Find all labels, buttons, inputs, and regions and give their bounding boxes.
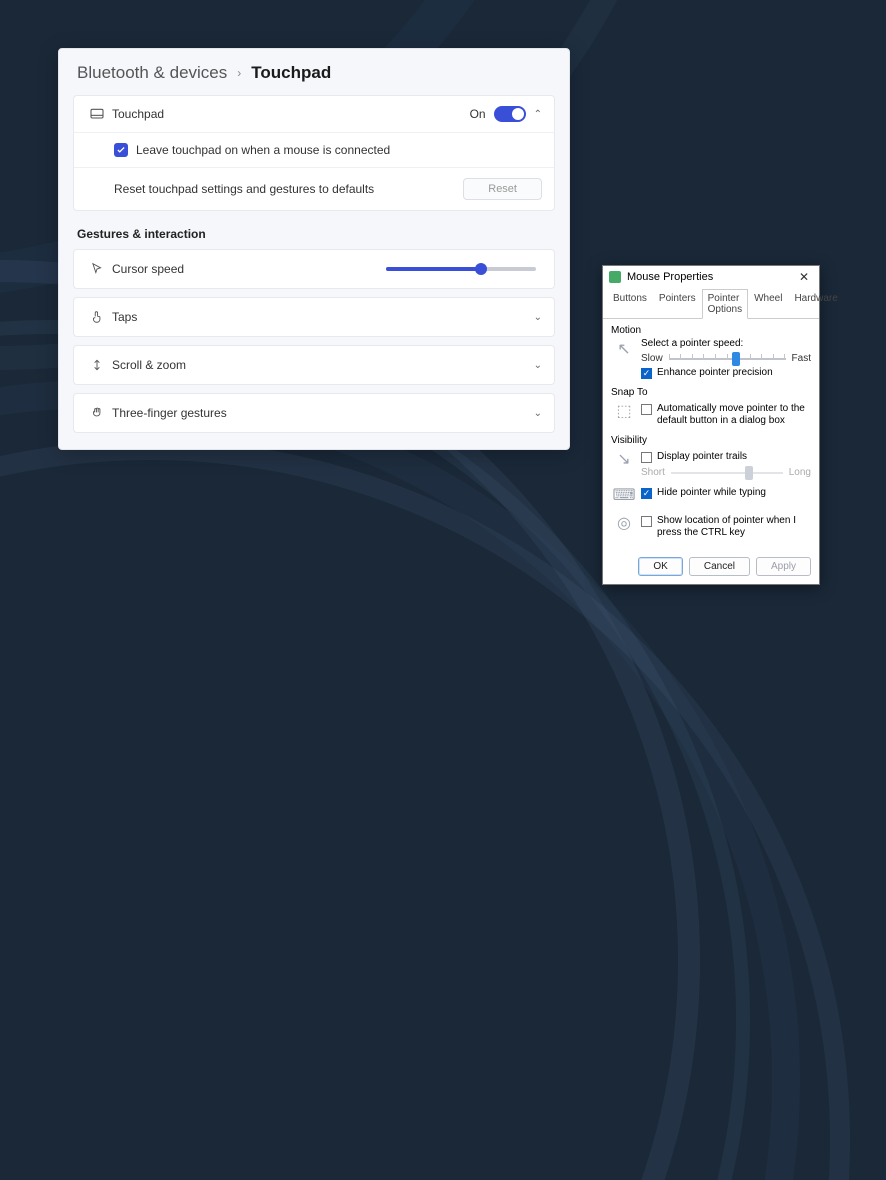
snap-label: Automatically move pointer to the defaul… [657, 403, 811, 427]
taps-label: Taps [108, 310, 534, 324]
snap-row[interactable]: Automatically move pointer to the defaul… [641, 403, 811, 427]
touchpad-icon [86, 106, 108, 122]
hide-typing-checkbox[interactable] [641, 488, 652, 499]
visibility-title: Visibility [611, 435, 811, 446]
ok-button[interactable]: OK [638, 557, 682, 576]
motion-title: Motion [611, 325, 811, 336]
ctrl-locate-label: Show location of pointer when I press th… [657, 515, 811, 539]
trail-length-slider [671, 466, 783, 478]
chevron-right-icon: › [237, 66, 241, 80]
leave-touchpad-checkbox[interactable] [114, 143, 128, 157]
breadcrumb: Bluetooth & devices › Touchpad [77, 63, 555, 83]
settings-touchpad-window: Bluetooth & devices › Touchpad Touchpad … [58, 48, 570, 450]
cursor-icon [86, 262, 108, 276]
fast-label: Fast [792, 353, 811, 364]
hand-tap-icon [86, 310, 108, 324]
snap-checkbox[interactable] [641, 404, 652, 415]
cursor-speed-label: Cursor speed [108, 262, 386, 276]
three-finger-panel[interactable]: Three-finger gestures ⌄ [73, 393, 555, 433]
hide-typing-label: Hide pointer while typing [657, 487, 766, 499]
hide-typing-icon: ⌨ [613, 484, 635, 506]
snap-group: Snap To ⬚ Automatically move pointer to … [611, 387, 811, 427]
close-icon[interactable]: ✕ [795, 270, 813, 284]
chevron-up-icon[interactable]: ⌃ [534, 109, 542, 120]
gestures-section-title: Gestures & interaction [77, 227, 555, 241]
tab-pointer-options[interactable]: Pointer Options [702, 289, 748, 319]
short-label: Short [641, 467, 665, 478]
motion-group: Motion ↖ Select a pointer speed: Slow Fa… [611, 325, 811, 379]
snap-title: Snap To [611, 387, 811, 398]
ctrl-locate-row[interactable]: Show location of pointer when I press th… [641, 515, 811, 539]
long-label: Long [789, 467, 811, 478]
reset-row: Reset touchpad settings and gestures to … [74, 167, 554, 210]
dialog-title: Mouse Properties [627, 271, 795, 283]
tab-buttons[interactable]: Buttons [607, 289, 653, 319]
touchpad-state-text: On [470, 107, 486, 121]
chevron-down-icon: ⌄ [534, 312, 542, 323]
touchpad-label: Touchpad [108, 107, 470, 121]
reset-label: Reset touchpad settings and gestures to … [114, 182, 463, 196]
breadcrumb-parent[interactable]: Bluetooth & devices [77, 63, 227, 83]
ctrl-locate-checkbox[interactable] [641, 516, 652, 527]
chevron-down-icon: ⌄ [534, 360, 542, 371]
pointer-speed-slider[interactable] [669, 352, 786, 364]
tab-hardware[interactable]: Hardware [788, 289, 843, 319]
apply-button[interactable]: Apply [756, 557, 811, 576]
leave-touchpad-label: Leave touchpad on when a mouse is connec… [136, 143, 390, 157]
dialog-titlebar[interactable]: Mouse Properties ✕ [603, 266, 819, 288]
scroll-zoom-label: Scroll & zoom [108, 358, 534, 372]
three-finger-icon [86, 406, 108, 420]
slow-label: Slow [641, 353, 663, 364]
chevron-down-icon: ⌄ [534, 408, 542, 419]
touchpad-row[interactable]: Touchpad On ⌃ [74, 96, 554, 132]
enhance-precision-row[interactable]: Enhance pointer precision [641, 367, 811, 379]
mouse-icon [609, 271, 621, 283]
snap-icon: ⬚ [613, 400, 635, 422]
enhance-precision-checkbox[interactable] [641, 368, 652, 379]
tab-wheel[interactable]: Wheel [748, 289, 788, 319]
three-finger-label: Three-finger gestures [108, 406, 534, 420]
breadcrumb-current: Touchpad [251, 63, 331, 83]
pointer-speed-label: Select a pointer speed: [641, 338, 811, 349]
visibility-group: Visibility ↘ Display pointer trails Shor… [611, 435, 811, 539]
trails-checkbox[interactable] [641, 452, 652, 463]
ctrl-locate-icon: ◎ [613, 512, 635, 534]
cursor-speed-panel: Cursor speed [73, 249, 555, 289]
cancel-button[interactable]: Cancel [689, 557, 750, 576]
touchpad-card: Touchpad On ⌃ Leave touchpad on when a m… [73, 95, 555, 211]
tab-pointers[interactable]: Pointers [653, 289, 702, 319]
trails-label: Display pointer trails [657, 451, 747, 463]
trails-row[interactable]: Display pointer trails [641, 451, 811, 463]
enhance-precision-label: Enhance pointer precision [657, 367, 773, 379]
trails-icon: ↘ [613, 448, 635, 470]
cursor-speed-slider[interactable] [386, 267, 536, 271]
reset-button[interactable]: Reset [463, 178, 542, 200]
scroll-icon [86, 358, 108, 372]
touchpad-toggle[interactable] [494, 106, 526, 122]
tab-strip: Buttons Pointers Pointer Options Wheel H… [603, 288, 819, 319]
leave-touchpad-row[interactable]: Leave touchpad on when a mouse is connec… [74, 132, 554, 167]
dialog-button-bar: OK Cancel Apply [603, 551, 819, 584]
hide-typing-row[interactable]: Hide pointer while typing [641, 487, 811, 499]
scroll-zoom-panel[interactable]: Scroll & zoom ⌄ [73, 345, 555, 385]
mouse-properties-dialog: Mouse Properties ✕ Buttons Pointers Poin… [602, 265, 820, 585]
motion-icon: ↖ [613, 338, 635, 360]
taps-panel[interactable]: Taps ⌄ [73, 297, 555, 337]
